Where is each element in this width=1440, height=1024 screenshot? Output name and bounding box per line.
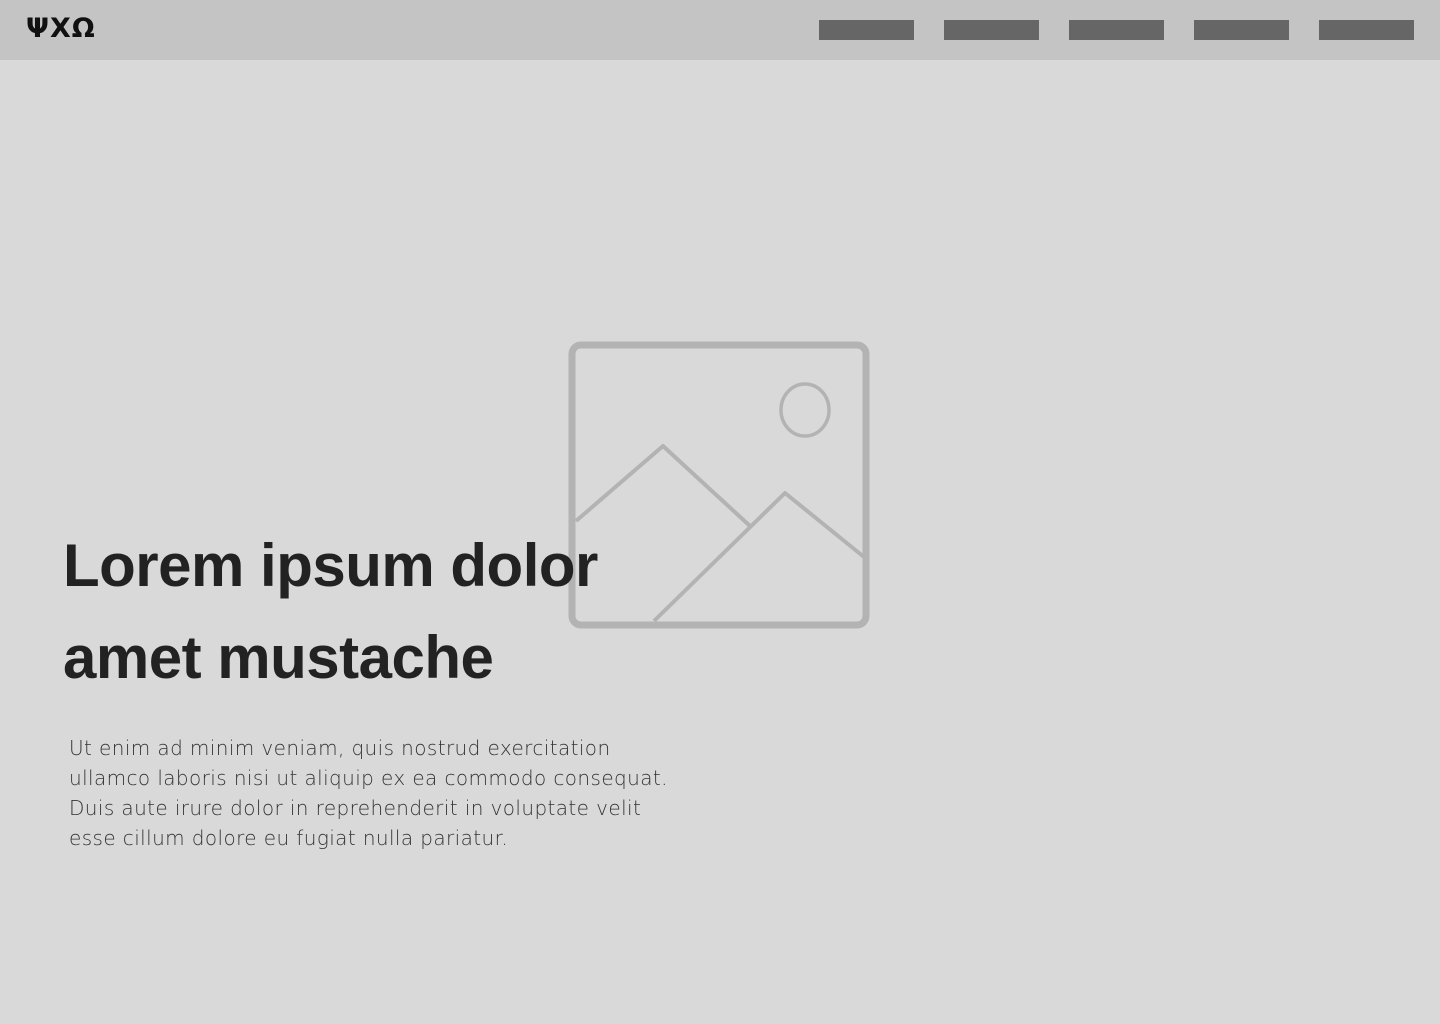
top-navigation-bar: ΨΧΩ <box>0 0 1440 60</box>
hero-headline: Lorem ipsum dolor amet mustache <box>63 520 683 704</box>
nav-item-5-placeholder[interactable] <box>1319 20 1414 40</box>
hero-body-text: Ut enim ad minim veniam, quis nostrud ex… <box>69 733 709 853</box>
nav-item-4-placeholder[interactable] <box>1194 20 1289 40</box>
nav-item-1-placeholder[interactable] <box>819 20 914 40</box>
landing-page: ΨΧΩ Lorem ipsum dolor amet mustache Ut e… <box>0 0 1440 1024</box>
body-line-4: esse cillum dolore eu fugiat nulla paria… <box>69 826 509 850</box>
sun-circle <box>779 382 831 438</box>
headline-line-1: Lorem ipsum dolor <box>63 532 598 599</box>
body-line-3: Duis aute irure dolor in reprehenderit i… <box>69 796 642 820</box>
site-logo[interactable]: ΨΧΩ <box>26 11 96 47</box>
nav-item-2-placeholder[interactable] <box>944 20 1039 40</box>
body-line-2: ullamco laboris nisi ut aliquip ex ea co… <box>69 766 668 790</box>
right-mountain <box>652 491 866 623</box>
headline-line-2: amet mustache <box>63 624 494 691</box>
body-line-1: Ut enim ad minim veniam, quis nostrud ex… <box>69 736 611 760</box>
nav-item-3-placeholder[interactable] <box>1069 20 1164 40</box>
left-mountain <box>574 444 752 528</box>
